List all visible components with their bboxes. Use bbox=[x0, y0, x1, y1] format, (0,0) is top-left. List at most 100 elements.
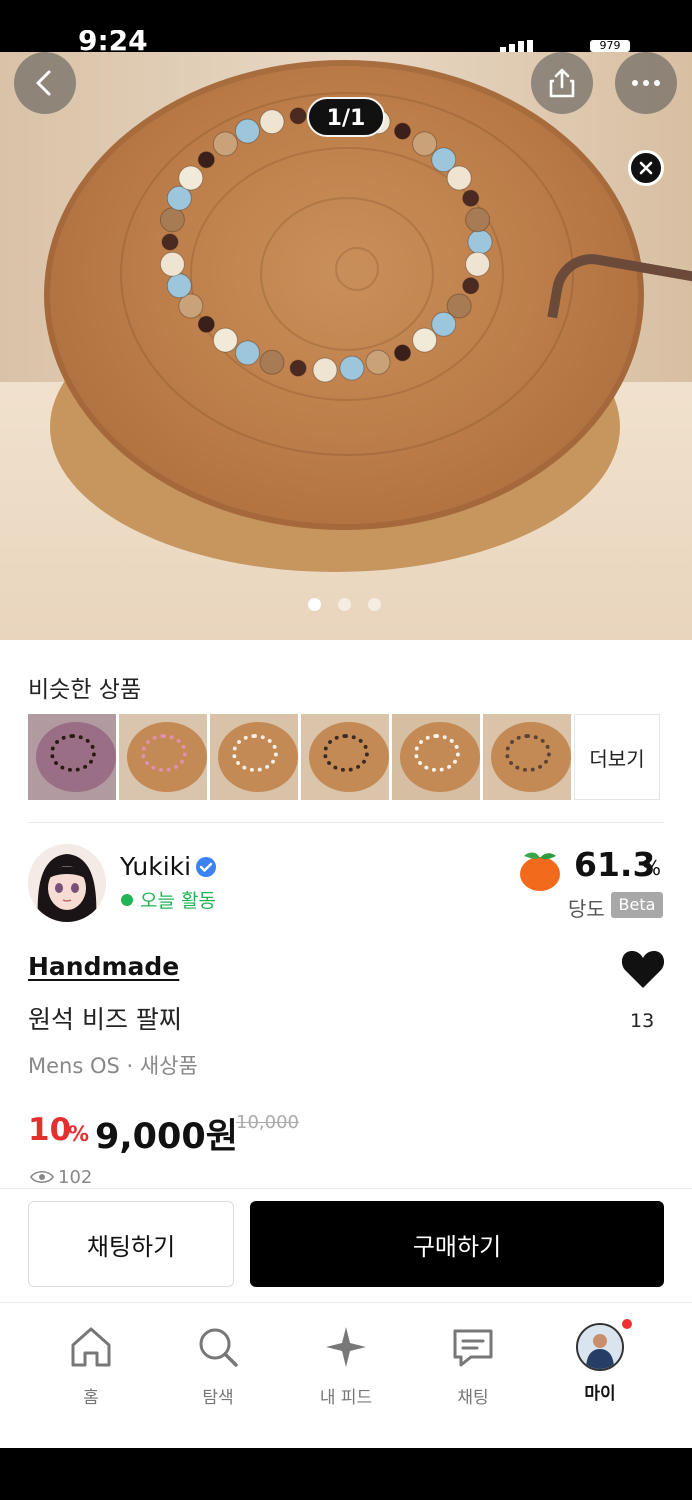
chat-button[interactable]: 채팅하기 bbox=[28, 1201, 234, 1287]
similar-products-list: 더보기 bbox=[28, 714, 660, 800]
avatar-illustration bbox=[28, 844, 106, 922]
status-indicators: 979 bbox=[500, 40, 630, 52]
bead bbox=[312, 357, 338, 383]
similar-product-thumb[interactable] bbox=[483, 714, 571, 800]
heart-icon[interactable] bbox=[620, 948, 666, 990]
profile-photo bbox=[578, 1325, 622, 1369]
bead bbox=[259, 109, 285, 135]
similar-product-thumb[interactable] bbox=[210, 714, 298, 800]
notification-dot bbox=[622, 1319, 632, 1329]
tab-my-feed[interactable]: 내 피드 bbox=[296, 1323, 396, 1408]
action-bar: 채팅하기 구매하기 bbox=[0, 1188, 692, 1302]
battery-indicator: 979 bbox=[590, 40, 630, 52]
discount-unit: % bbox=[68, 1122, 90, 1146]
thumb-bracelet bbox=[505, 734, 551, 772]
bead bbox=[465, 207, 491, 233]
similar-product-thumb[interactable] bbox=[392, 714, 480, 800]
bead bbox=[412, 131, 438, 157]
similar-products-title: 비슷한 상품 bbox=[28, 677, 142, 703]
bead bbox=[235, 340, 260, 366]
chat-icon bbox=[453, 1329, 493, 1367]
product-details: 비슷한 상품 더보기 Yukiki 오늘 활동 61.3 % 당도 Beta H… bbox=[0, 640, 692, 1188]
bead bbox=[159, 251, 185, 277]
view-count: 102 bbox=[30, 1166, 92, 1188]
bracelet-image bbox=[159, 101, 493, 383]
bead bbox=[462, 277, 480, 295]
product-photo[interactable]: 1/1 bbox=[0, 52, 692, 640]
photo-counter: 1/1 bbox=[307, 97, 385, 137]
bead bbox=[197, 151, 215, 169]
bead bbox=[259, 349, 285, 375]
similar-more-button[interactable]: 더보기 bbox=[574, 714, 660, 800]
bead bbox=[465, 251, 491, 277]
product-meta: Mens OS · 새상품 bbox=[28, 1054, 198, 1078]
original-price: 10,000 bbox=[236, 1112, 299, 1133]
similar-product-thumb[interactable] bbox=[119, 714, 207, 800]
chevron-left-icon bbox=[36, 70, 51, 96]
tab-label: 마이 bbox=[584, 1384, 616, 1404]
sweetness-label: 당도 bbox=[568, 897, 605, 921]
pagination-dot[interactable] bbox=[368, 598, 381, 611]
sparkle-icon bbox=[326, 1327, 366, 1367]
bead bbox=[235, 118, 260, 144]
discount-rate: 10 bbox=[28, 1112, 72, 1148]
bead bbox=[394, 122, 411, 140]
bead bbox=[339, 355, 365, 381]
view-count-value: 102 bbox=[58, 1166, 93, 1188]
buy-button[interactable]: 구매하기 bbox=[250, 1201, 664, 1287]
seller-name[interactable]: Yukiki bbox=[120, 852, 191, 881]
tangerine-icon bbox=[520, 852, 560, 891]
divider bbox=[28, 822, 664, 823]
signal-icon bbox=[500, 40, 533, 52]
thumb-bracelet bbox=[50, 734, 96, 772]
status-time: 9:24 bbox=[78, 30, 148, 52]
close-button[interactable] bbox=[628, 150, 664, 186]
pagination-dot[interactable] bbox=[308, 598, 321, 611]
verified-badge-icon bbox=[196, 857, 216, 877]
seller-avatar[interactable] bbox=[28, 844, 106, 922]
profile-icon bbox=[576, 1323, 624, 1371]
beta-badge: Beta bbox=[611, 892, 663, 918]
bead bbox=[412, 327, 438, 353]
sweetness-unit: % bbox=[642, 856, 662, 880]
bead bbox=[446, 165, 472, 191]
tab-home[interactable]: 홈 bbox=[41, 1323, 141, 1408]
thumb-bracelet bbox=[232, 734, 278, 772]
share-icon bbox=[549, 68, 575, 98]
tab-label: 내 피드 bbox=[319, 1388, 373, 1408]
product-title: 원석 비즈 팔찌 bbox=[28, 1005, 182, 1034]
tab-label: 홈 bbox=[83, 1388, 99, 1408]
seller-activity: 오늘 활동 bbox=[140, 890, 216, 912]
close-icon bbox=[639, 161, 653, 175]
similar-product-thumb[interactable] bbox=[301, 714, 389, 800]
bead bbox=[161, 233, 179, 251]
bead bbox=[166, 273, 192, 299]
similar-product-thumb[interactable] bbox=[28, 714, 116, 800]
share-button[interactable] bbox=[531, 52, 593, 114]
more-options-button[interactable] bbox=[615, 52, 677, 114]
thumb-bracelet bbox=[141, 734, 187, 772]
search-icon bbox=[199, 1328, 238, 1367]
bead bbox=[289, 107, 307, 125]
product-brand[interactable]: Handmade bbox=[28, 952, 179, 981]
tab-chat[interactable]: 채팅 bbox=[423, 1323, 523, 1408]
home-indicator-area bbox=[0, 1448, 692, 1500]
sale-price: 9,000원 bbox=[95, 1117, 238, 1157]
bead bbox=[467, 229, 493, 255]
home-icon bbox=[71, 1327, 111, 1367]
back-button[interactable] bbox=[14, 52, 76, 114]
bead bbox=[159, 207, 185, 233]
bead bbox=[462, 189, 480, 207]
tab-label: 탐색 bbox=[202, 1388, 234, 1408]
online-indicator bbox=[121, 894, 133, 906]
tab-search[interactable]: 탐색 bbox=[168, 1323, 268, 1408]
eye-icon bbox=[30, 1170, 54, 1184]
more-dots-icon bbox=[632, 80, 660, 86]
bead bbox=[178, 165, 204, 191]
pagination-dot[interactable] bbox=[338, 598, 351, 611]
bead bbox=[365, 349, 391, 375]
bead bbox=[212, 131, 238, 157]
tab-my[interactable]: 마이 bbox=[550, 1323, 650, 1404]
bottom-tab-bar: 홈 탐색 내 피드 채팅 마이 bbox=[0, 1302, 692, 1448]
tab-label: 채팅 bbox=[457, 1388, 489, 1408]
